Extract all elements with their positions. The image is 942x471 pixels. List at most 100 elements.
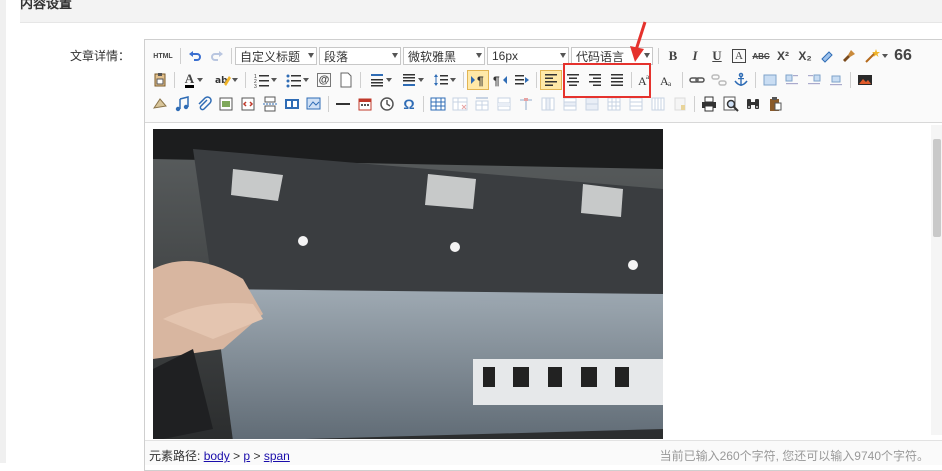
font-border-button[interactable]: A — [728, 46, 750, 66]
clipboard-icon — [770, 97, 782, 111]
redo-button[interactable] — [206, 46, 228, 66]
row-spacing-bottom-button[interactable] — [396, 70, 428, 90]
clear-format-button[interactable] — [816, 46, 838, 66]
delete-row-icon — [520, 98, 532, 110]
insert-code-button[interactable] — [237, 94, 259, 114]
chevron-down-icon — [308, 53, 314, 58]
path-link-body[interactable]: body — [204, 449, 230, 463]
page-break-icon — [263, 96, 277, 112]
lower-case-button[interactable]: Aa — [657, 70, 679, 90]
anchor-button[interactable] — [730, 70, 752, 90]
page-break-button[interactable] — [259, 94, 281, 114]
insert-time-button[interactable] — [376, 94, 398, 114]
editor-scrollbar[interactable] — [931, 125, 942, 435]
separator — [536, 72, 537, 88]
delete-column-icon — [563, 97, 577, 111]
template-button[interactable] — [281, 94, 303, 114]
eraser-icon — [821, 51, 833, 63]
insert-paragraph-before-table-button[interactable] — [471, 94, 493, 114]
code-icon — [241, 97, 255, 111]
strikethrough-button[interactable]: ABC — [750, 46, 772, 66]
delete-row-button[interactable] — [515, 94, 537, 114]
italic-button[interactable]: I — [684, 46, 706, 66]
insert-col-button[interactable] — [537, 94, 559, 114]
format-brush-button[interactable] — [838, 46, 860, 66]
link-button[interactable] — [686, 70, 708, 90]
underline-button[interactable]: U — [706, 46, 728, 66]
separator — [328, 96, 329, 112]
path-link-p[interactable]: p — [243, 449, 250, 463]
align-left-button[interactable] — [540, 70, 562, 90]
path-separator: > — [253, 449, 261, 463]
attachment-button[interactable] — [193, 94, 215, 114]
font-family-select[interactable]: 微软雅黑 — [403, 47, 485, 65]
toolbar-row-1: HTML 自定义标题 段落 微软雅黑 16px 代码语言 B I U A ABC… — [149, 45, 914, 67]
blockquote-button[interactable]: 66 — [892, 46, 914, 66]
path-link-span[interactable]: span — [264, 449, 290, 463]
new-document-button[interactable] — [335, 70, 357, 90]
scrollbar-thumb[interactable] — [933, 139, 941, 237]
font-color-button[interactable]: A — [178, 70, 210, 90]
calendar-icon — [358, 98, 372, 111]
paste-plain-button[interactable] — [149, 70, 171, 90]
document-icon — [340, 72, 352, 88]
superscript-button[interactable]: X² — [772, 46, 794, 66]
clock-icon — [380, 97, 394, 111]
insert-row-button[interactable] — [493, 94, 515, 114]
editor-content-area[interactable] — [145, 123, 942, 439]
magic-wand-icon — [865, 49, 880, 63]
ltr-icon: ¶ — [471, 74, 484, 88]
image-float-left-icon — [785, 74, 798, 85]
horizontal-rule-button[interactable] — [332, 94, 354, 114]
template-icon — [285, 99, 299, 109]
unordered-list-button[interactable] — [281, 70, 313, 90]
insert-image-button[interactable] — [149, 94, 171, 114]
special-chars-button[interactable]: Ω — [398, 94, 420, 114]
separator — [755, 72, 756, 88]
chevron-down-icon — [385, 78, 392, 82]
chevron-down-icon — [449, 78, 456, 82]
line-height-icon — [433, 74, 448, 86]
bold-button[interactable]: B — [662, 46, 684, 66]
ltr-direction-button[interactable]: ¶ — [467, 70, 489, 90]
delete-table-button[interactable] — [449, 94, 471, 114]
ordered-list-button[interactable]: 123 — [249, 70, 281, 90]
subscript-button[interactable]: X₂ — [794, 46, 816, 66]
image-left-button[interactable] — [781, 70, 803, 90]
indent-icon — [515, 75, 529, 85]
insert-frame-button[interactable] — [215, 94, 237, 114]
insert-date-button[interactable] — [354, 94, 376, 114]
search-replace-button[interactable] — [742, 94, 764, 114]
unlink-button[interactable] — [708, 70, 730, 90]
html-source-button[interactable]: HTML — [149, 46, 177, 66]
custom-heading-select[interactable]: 自定义标题 — [235, 47, 317, 65]
preview-button[interactable] — [720, 94, 742, 114]
indent-button[interactable] — [511, 70, 533, 90]
row-spacing-top-button[interactable] — [364, 70, 396, 90]
line-height-button[interactable] — [428, 70, 460, 90]
insert-music-button[interactable] — [171, 94, 193, 114]
custom-heading-value: 自定义标题 — [240, 49, 301, 64]
simple-upload-button[interactable] — [854, 70, 876, 90]
insert-table-button[interactable] — [427, 94, 449, 114]
background-color-button[interactable]: ab — [210, 70, 242, 90]
image-center-button[interactable] — [825, 70, 847, 90]
split-cells-icon — [651, 97, 665, 111]
toolbar-row-2: A ab 123 @ ¶ ¶ A a A a — [149, 69, 876, 91]
rtl-direction-button[interactable]: ¶ — [489, 70, 511, 90]
drafts-button[interactable] — [764, 94, 786, 114]
ordered-list-icon: 123 — [254, 74, 269, 88]
svg-text:¶: ¶ — [477, 74, 484, 88]
print-button[interactable] — [698, 94, 720, 114]
image-right-button[interactable] — [803, 70, 825, 90]
insert-link-at-button[interactable]: @ — [313, 70, 335, 90]
section-title: 内容设置 — [20, 0, 73, 11]
field-label-article-details: 文章详情： — [70, 49, 131, 63]
paragraph-select[interactable]: 段落 — [319, 47, 401, 65]
background-button[interactable] — [303, 94, 325, 114]
image-none-button[interactable] — [759, 70, 781, 90]
font-size-select[interactable]: 16px — [487, 47, 569, 65]
undo-button[interactable] — [184, 46, 206, 66]
split-rows-button[interactable] — [669, 94, 691, 114]
auto-format-button[interactable] — [860, 46, 892, 66]
